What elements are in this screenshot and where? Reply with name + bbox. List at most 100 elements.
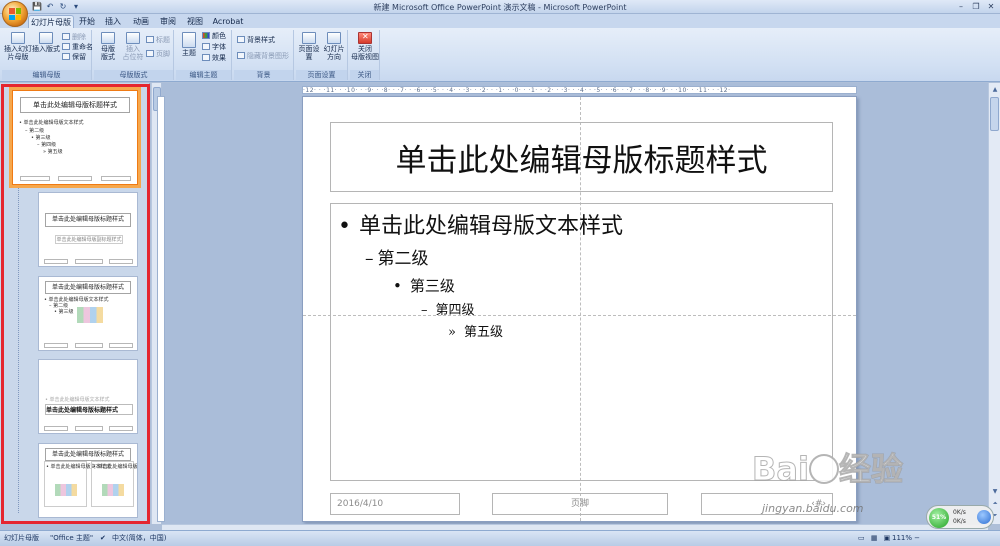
insert-layout-button[interactable]: 插入版式 xyxy=(32,32,60,53)
view-buttons[interactable]: ▭ ▦ ▣ xyxy=(858,531,892,546)
close-master-view-button[interactable]: 关闭 母版视图 xyxy=(351,32,379,61)
footer-checkbox-label: 页脚 xyxy=(156,50,170,58)
text-level-2-label: 第二级 xyxy=(377,249,429,269)
restore-button[interactable]: ❐ xyxy=(969,1,983,12)
thumbnail-layout-content[interactable]: 单击此处编辑母版标题样式 • 单击此处编辑母版文本样式 – 第二级 • 第三级 xyxy=(38,276,138,351)
background-styles-button[interactable]: 背景样式 xyxy=(237,36,275,45)
accelerate-icon xyxy=(977,510,991,524)
vertical-scroll-thumb[interactable] xyxy=(990,97,999,131)
thumb-layout3-number xyxy=(109,425,133,431)
text-level-1-label: 单击此处编辑母版文本样式 xyxy=(358,214,623,239)
background-styles-label: 背景样式 xyxy=(247,36,275,44)
bullet-level-2: – xyxy=(365,249,374,269)
thumb-master-line-2: – 第二级 xyxy=(25,128,45,134)
status-theme-name: "Office 主题" xyxy=(50,534,94,542)
thumb-master-title: 单击此处编辑母版标题样式 xyxy=(20,96,130,113)
insert-layout-icon xyxy=(39,32,53,44)
vertical-scrollbar[interactable]: ▲ ▼ ⏶ ⏷ xyxy=(988,83,1000,524)
thumb-layout3-title: 单击此处编辑母版标题样式 xyxy=(45,404,133,415)
thumb-layout2-date xyxy=(44,342,68,348)
title-placeholder[interactable]: 单击此处编辑母版标题样式 xyxy=(330,122,833,192)
tab-slide-master[interactable]: 幻灯片母版 xyxy=(28,15,74,28)
close-button[interactable]: ✕ xyxy=(984,1,998,12)
thumb-layout4-right: • 单击此处编辑母版文本样式 xyxy=(91,461,137,507)
insert-placeholder-button[interactable]: 插入 占位符 xyxy=(120,32,146,61)
delete-button[interactable]: 删除 xyxy=(62,33,86,42)
watermark-logo-text-2: 经验 xyxy=(838,450,903,489)
themes-button[interactable]: 主题 xyxy=(178,32,200,57)
thumb-layout2-number xyxy=(109,342,133,348)
tab-view[interactable]: 视图 xyxy=(184,15,206,28)
thumbnail-pane[interactable]: 单击此处编辑母版标题样式 • 单击此处编辑母版文本样式 – 第二级 • 第三级 … xyxy=(0,83,150,524)
group-master-layout: 母版 版式 插入 占位符 标题 页脚 母版版式 xyxy=(94,30,174,80)
ribbon-tabs: 幻灯片母版 开始 插入 动画 审阅 视图 Acrobat xyxy=(0,14,1000,28)
insert-placeholder-label-1: 插入 xyxy=(126,45,140,53)
page-setup-button[interactable]: 页面设置 xyxy=(297,32,321,61)
baidu-watermark: Bai 经验 jingyan.baidu.com xyxy=(752,440,942,525)
thumbnail-layout-section[interactable]: • 单击此处编辑母版文本样式 单击此处编辑母版标题样式 xyxy=(38,359,138,434)
content-placeholder-icons xyxy=(77,307,103,323)
hide-background-checkbox-icon xyxy=(237,52,245,59)
thumb-master-line-3: • 第三级 xyxy=(31,135,51,141)
office-logo-icon xyxy=(9,8,21,20)
rename-button[interactable]: 重命名 xyxy=(62,43,93,52)
thumb-layout4-title: 单击此处编辑母版标题样式 xyxy=(44,448,132,462)
footer-checkbox-icon xyxy=(146,50,154,57)
hide-background-checkbox[interactable]: 隐藏背景图形 xyxy=(237,52,289,61)
thumb-layout3-date xyxy=(44,425,68,431)
upload-speed: 0K/s xyxy=(953,509,966,516)
date-placeholder[interactable]: 2016/4/10 xyxy=(330,493,460,515)
thumb-master-number xyxy=(101,176,131,182)
page-setup-icon xyxy=(302,32,316,44)
group-label-edit-theme: 编辑主题 xyxy=(176,70,231,80)
thumbnail-layout-title[interactable]: 单击此处编辑母版标题样式 单击此处编辑母版副标题样式 xyxy=(38,192,138,267)
thumb-layout1-subtitle: 单击此处编辑母版副标题样式 xyxy=(55,235,123,244)
zoom-out-icon[interactable]: − xyxy=(912,531,922,546)
title-checkbox[interactable]: 标题 xyxy=(146,36,170,45)
tab-home[interactable]: 开始 xyxy=(76,15,98,28)
vertical-ruler xyxy=(157,96,165,522)
group-close: 关闭 母版视图 关闭 xyxy=(350,30,380,80)
previous-slide-icon[interactable]: ⏶ xyxy=(990,499,1000,509)
thumb-layout4-left-icons xyxy=(55,484,77,496)
group-edit-master: 插入幻灯 片母版 插入版式 删除 重命名 保留 编辑母版 xyxy=(2,30,93,80)
window-title: 新建 Microsoft Office PowerPoint 演示文稿 - Mi… xyxy=(373,3,627,12)
effects-button[interactable]: 效果 xyxy=(202,54,226,63)
hide-background-label: 隐藏背景图形 xyxy=(247,52,289,60)
watermark-url: jingyan.baidu.com xyxy=(762,502,864,515)
tab-review[interactable]: 审阅 xyxy=(157,15,179,28)
footer-placeholder[interactable]: 页脚 xyxy=(492,493,668,515)
group-label-edit-master: 编辑母版 xyxy=(2,70,91,80)
insert-slide-master-button[interactable]: 插入幻灯 片母版 xyxy=(4,32,32,61)
tab-animations[interactable]: 动画 xyxy=(130,15,152,28)
network-speed-widget[interactable]: 51% 0K/s 0K/s xyxy=(926,505,994,529)
layout-connector xyxy=(18,183,19,513)
minimize-button[interactable]: – xyxy=(954,1,968,12)
footer-checkbox[interactable]: 页脚 xyxy=(146,50,170,59)
slide-orientation-button[interactable]: 幻灯片 方向 xyxy=(322,32,346,61)
thumbnail-layout-two-content[interactable]: 单击此处编辑母版标题样式 • 单击此处编辑母版文本样式 • 单击此处编辑母版文本… xyxy=(38,443,138,518)
office-button[interactable] xyxy=(2,1,28,27)
themes-label: 主题 xyxy=(182,49,196,57)
fonts-icon xyxy=(202,43,210,50)
fonts-button[interactable]: 字体 xyxy=(202,43,226,52)
tab-acrobat[interactable]: Acrobat xyxy=(211,15,245,28)
master-layout-button[interactable]: 母版 版式 xyxy=(96,32,120,61)
status-language[interactable]: 中文(简体，中国) xyxy=(112,531,166,546)
rename-label: 重命名 xyxy=(72,43,93,51)
insert-placeholder-label-2: 占位符 xyxy=(122,53,144,61)
spellcheck-icon[interactable]: ✔ xyxy=(100,531,106,546)
preserve-button[interactable]: 保留 xyxy=(62,53,86,62)
scroll-down-icon[interactable]: ▼ xyxy=(990,487,1000,497)
scroll-up-icon[interactable]: ▲ xyxy=(990,85,1000,95)
close-master-label-1: 关闭 xyxy=(358,45,372,53)
tab-insert[interactable]: 插入 xyxy=(102,15,124,28)
zoom-level[interactable]: 111% xyxy=(892,531,912,546)
colors-button[interactable]: 颜色 xyxy=(202,32,226,41)
colors-icon xyxy=(202,32,210,39)
title-bar: 💾 ↶ ↻ ▾ 新建 Microsoft Office PowerPoint 演… xyxy=(0,0,1000,14)
effects-icon xyxy=(202,54,210,61)
thumbnail-slide-master[interactable]: 单击此处编辑母版标题样式 • 单击此处编辑母版文本样式 – 第二级 • 第三级 … xyxy=(12,90,138,185)
slide-orientation-label-2: 方向 xyxy=(327,53,341,61)
insert-layout-label: 插入版式 xyxy=(32,45,60,53)
